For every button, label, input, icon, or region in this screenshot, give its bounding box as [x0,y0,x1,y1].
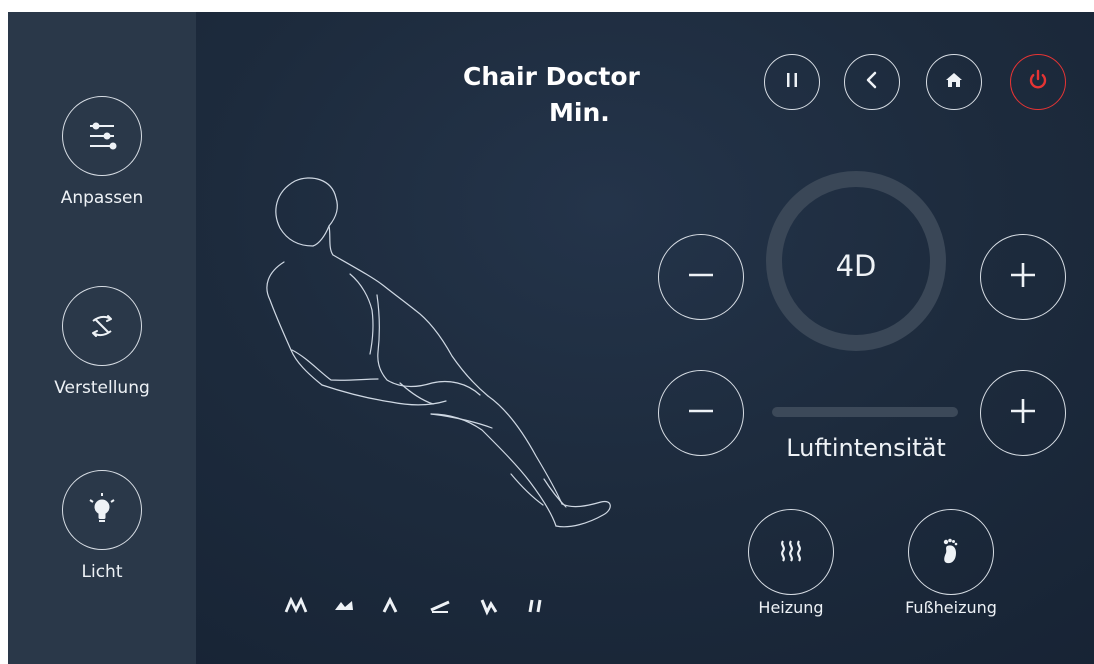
sidebar-item-label: Licht [81,562,123,582]
back-icon [861,69,883,95]
page-title: Chair Doctor [463,62,640,91]
plus-icon [1008,396,1038,430]
program-icon-4[interactable] [428,596,452,616]
sidebar: Anpassen Verstellung Licht [8,12,196,664]
power-button[interactable] [1010,54,1066,110]
home-icon [943,69,965,95]
mode-decrease-button[interactable] [658,234,744,320]
program-icon-1[interactable] [284,596,308,616]
program-icon-2[interactable] [332,596,356,616]
program-row [284,595,572,617]
foot-heating-button[interactable] [908,509,994,595]
sidebar-item-verstellung[interactable]: Verstellung [8,286,196,398]
foot-icon [934,533,968,571]
air-increase-button[interactable] [980,370,1066,456]
heat-waves-icon [774,533,808,571]
minus-icon [686,260,716,294]
lightbulb-icon [62,470,142,550]
program-icon-5[interactable] [476,596,500,616]
program-icon-6[interactable] [524,596,548,616]
sidebar-item-label: Verstellung [54,378,150,398]
pause-button[interactable] [764,54,820,110]
pause-icon [781,69,803,95]
home-button[interactable] [926,54,982,110]
back-button[interactable] [844,54,900,110]
air-intensity-label: Luftintensität [786,434,946,462]
air-intensity-slider[interactable] [772,407,958,417]
heating-button[interactable] [748,509,834,595]
foot-heating-label: Fußheizung [905,598,997,617]
minus-icon [686,396,716,430]
page-subtitle: Min. [549,98,610,127]
air-decrease-button[interactable] [658,370,744,456]
mode-label: 4D [835,249,877,283]
sidebar-item-anpassen[interactable]: Anpassen [8,96,196,208]
power-icon [1026,68,1050,96]
plus-icon [1008,260,1038,294]
massage-chair-screen: Anpassen Verstellung Licht Chair Doctor … [8,12,1094,664]
sidebar-item-licht[interactable]: Licht [8,470,196,582]
program-icon-3[interactable] [380,596,404,616]
body-outline [266,177,611,528]
mode-increase-button[interactable] [980,234,1066,320]
heating-label: Heizung [758,598,824,617]
sidebar-item-label: Anpassen [60,188,144,208]
sliders-icon [62,96,142,176]
refresh-icon [62,286,142,366]
